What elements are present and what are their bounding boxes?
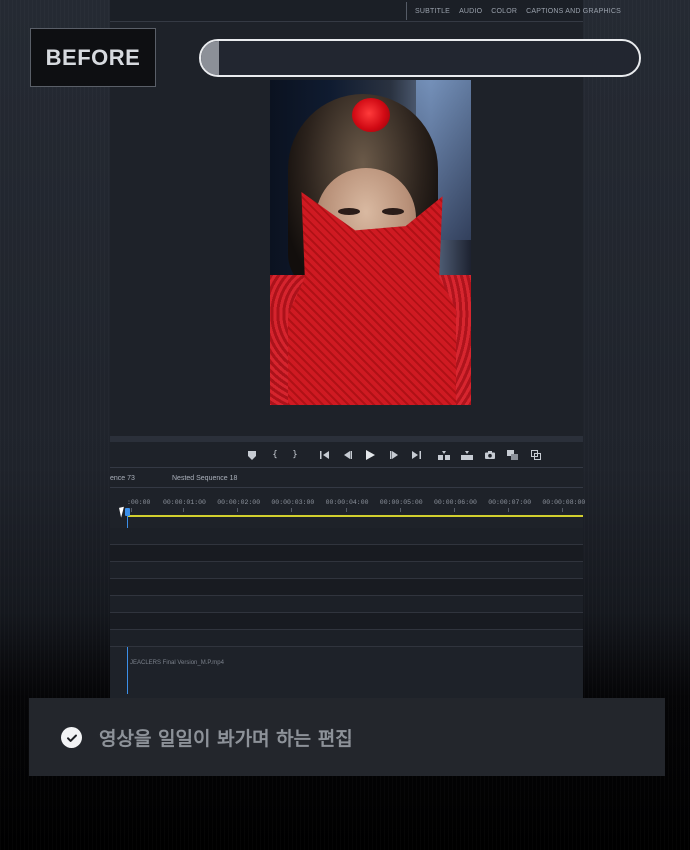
ruler-timecode-label: 00:00:05:00: [379, 499, 423, 506]
workspace-bar: SUBTITLE AUDIO COLOR CAPTIONS AND GRAPHI…: [110, 0, 621, 22]
step-back-icon[interactable]: [340, 446, 356, 464]
work-area-bar[interactable]: [127, 515, 583, 517]
workspace-tab-captions[interactable]: CAPTIONS AND GRAPHICS: [526, 8, 621, 15]
timeline-track[interactable]: [110, 545, 583, 562]
timeline-ruler[interactable]: :00:00 00:00:01:00 00:00:02:00 00:00:03:00 0…: [110, 494, 586, 514]
go-to-in-icon[interactable]: [317, 446, 333, 464]
go-to-out-icon[interactable]: [408, 446, 424, 464]
caption-text: 영상을 일일이 봐가며 하는 편집: [99, 728, 353, 750]
ruler-timecode-label: 00:00:07:00: [488, 499, 532, 506]
tab-nested-sequence-18[interactable]: Nested Sequence 18: [172, 475, 237, 482]
comparison-view-icon[interactable]: [504, 446, 520, 464]
screenshot-stage: SUBTITLE AUDIO COLOR CAPTIONS AND GRAPHI…: [0, 0, 690, 850]
ruler-tick: [131, 508, 132, 512]
multi-camera-icon[interactable]: [528, 446, 544, 464]
caption-banner: 영상을 일일이 봐가며 하는 편집: [29, 698, 665, 776]
video-subject-eye: [338, 208, 360, 215]
ruler-timecode-label: 00:00:06:00: [434, 499, 477, 506]
insert-icon[interactable]: [436, 446, 452, 464]
ruler-tick: [508, 508, 510, 512]
workspace-tab-color[interactable]: COLOR: [491, 8, 517, 15]
ruler-timecode-label: 00:00:02:00: [217, 499, 261, 506]
timeline-tracks: [110, 528, 583, 647]
progress-fill: [201, 41, 219, 75]
before-badge: BEFORE: [30, 28, 156, 87]
ruler-timecode-label: 00:00:03:00: [271, 499, 315, 506]
ruler-tick: [562, 508, 564, 512]
before-badge-label: BEFORE: [45, 44, 141, 70]
marker-icon[interactable]: [244, 446, 260, 464]
timeline-clip-label: JEACLERS Final Version_M.P.mp4: [130, 660, 224, 666]
ruler-timecode-label: 00:00:08:00: [542, 499, 586, 506]
ruler-tick: [237, 508, 239, 512]
timeline-track[interactable]: [110, 613, 583, 630]
ruler-tick: [291, 508, 293, 512]
timeline-track[interactable]: [110, 562, 583, 579]
video-hair-flower: [352, 98, 390, 132]
workspace-tab-audio[interactable]: AUDIO: [459, 8, 482, 15]
mark-in-icon[interactable]: {: [267, 446, 283, 464]
timeline-track[interactable]: [110, 528, 583, 545]
mark-out-icon[interactable]: }: [287, 446, 303, 464]
transport-controls: { }: [110, 442, 583, 468]
timeline-track[interactable]: [110, 579, 583, 596]
timeline-track[interactable]: [110, 596, 583, 613]
ruler-tick: [454, 508, 455, 512]
play-icon[interactable]: [362, 446, 378, 464]
progress-bar: [199, 39, 641, 77]
export-frame-icon[interactable]: [482, 446, 498, 464]
checkmark-icon: [61, 727, 82, 748]
ruler-tick: [183, 508, 184, 512]
step-forward-icon[interactable]: [386, 446, 402, 464]
timeline-track[interactable]: [110, 630, 583, 647]
ruler-tick: [399, 508, 401, 512]
ruler-timecode-label: :00:00: [127, 499, 151, 506]
video-subject-eye: [382, 208, 404, 215]
ruler-tick: [345, 508, 347, 512]
ruler-timecode-label: 00:00:04:00: [325, 499, 369, 506]
tab-sequence-73[interactable]: ence 73: [110, 475, 135, 482]
workspace-tabs: SUBTITLE AUDIO COLOR CAPTIONS AND GRAPHI…: [406, 2, 621, 20]
overwrite-icon[interactable]: [459, 446, 475, 464]
sequence-tabs: ence 73 Nested Sequence 18: [110, 472, 583, 488]
ruler-timecode-label: 00:00:01:00: [163, 499, 206, 506]
program-monitor-video: [270, 80, 471, 405]
workspace-tab-subtitle[interactable]: SUBTITLE: [415, 8, 450, 15]
